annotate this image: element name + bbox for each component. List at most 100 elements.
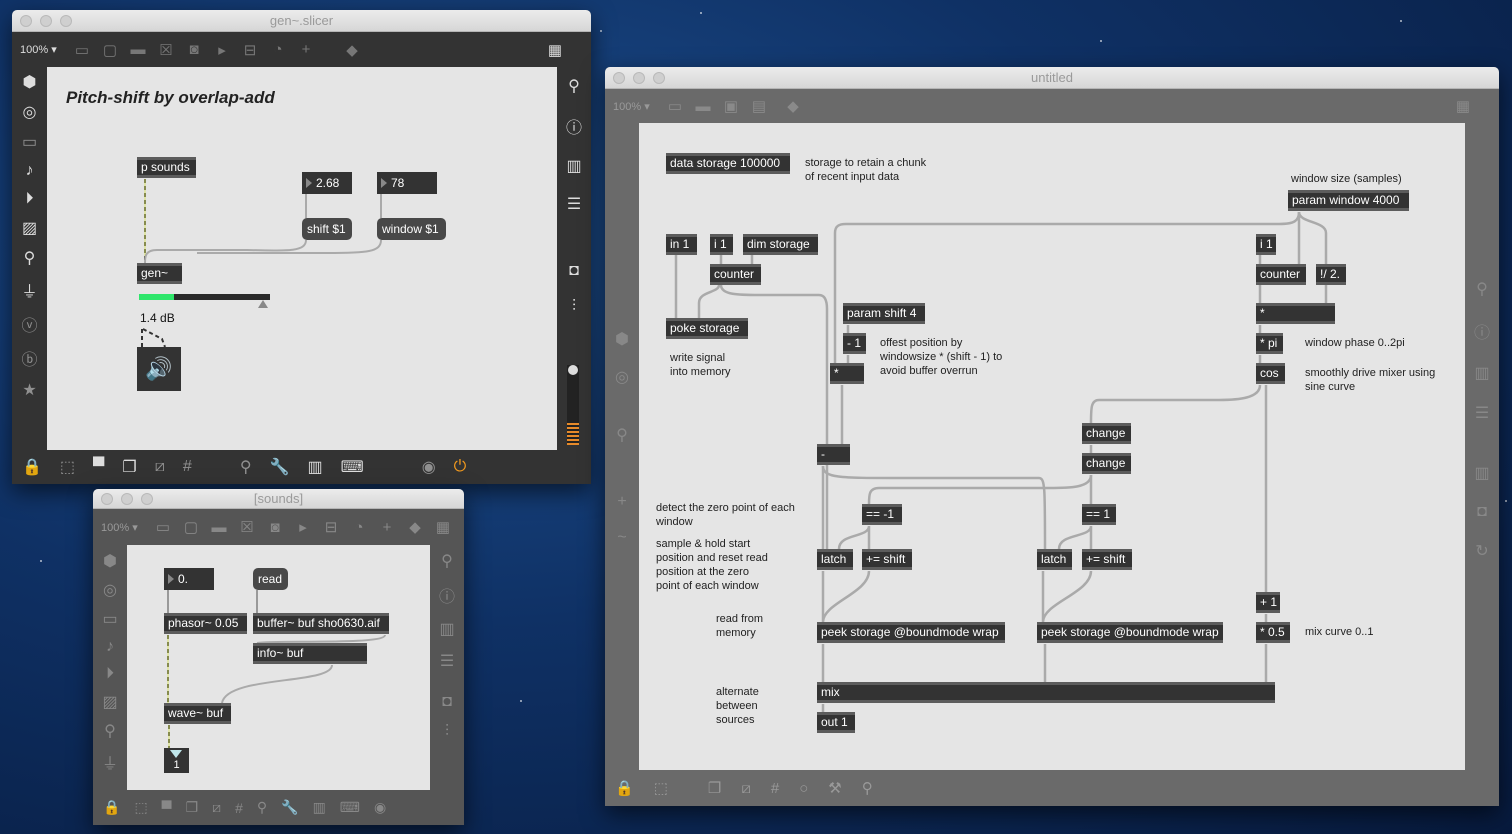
paperclip-icon[interactable]: ⚲ bbox=[104, 721, 116, 741]
book-icon[interactable]: ▥ bbox=[1474, 463, 1489, 483]
shift-message[interactable]: shift $1 bbox=[302, 218, 352, 240]
peek-storage-object[interactable]: peek storage @boundmode wrap bbox=[817, 622, 1005, 643]
paint-bucket-icon[interactable]: ◆ bbox=[401, 518, 429, 536]
play-icon[interactable]: ⏵ bbox=[25, 190, 33, 208]
target-icon[interactable]: ◎ bbox=[23, 102, 37, 122]
minimize-button[interactable] bbox=[121, 492, 133, 505]
reverse-divide-object[interactable]: !/ 2. bbox=[1316, 264, 1346, 285]
multiply-half-object[interactable]: * 0.5 bbox=[1256, 622, 1290, 643]
dac-speaker-button[interactable]: 🔊 bbox=[137, 347, 181, 391]
buffer-object[interactable]: buffer~ buf sho0630.aif bbox=[253, 613, 389, 634]
music-note-icon[interactable]: ♪ bbox=[26, 162, 34, 180]
circle-icon[interactable]: ○ bbox=[799, 780, 808, 797]
target-icon[interactable]: ◎ bbox=[103, 580, 117, 600]
play-icon[interactable]: ⏵ bbox=[106, 665, 114, 683]
comment-icon[interactable]: ▬ bbox=[689, 98, 717, 115]
minimize-button[interactable] bbox=[40, 14, 52, 27]
multiply-object[interactable]: * bbox=[830, 363, 864, 384]
equals-minus-one-object[interactable]: == -1 bbox=[862, 504, 902, 525]
mixer-icon[interactable]: ⫶ bbox=[572, 298, 576, 316]
slider-icon[interactable]: ⊟ bbox=[317, 518, 345, 536]
mixer-icon[interactable]: ⫶ bbox=[445, 723, 449, 741]
add-clip-icon[interactable]: ⚲ bbox=[257, 799, 267, 816]
close-button[interactable] bbox=[101, 492, 113, 505]
number-box[interactable]: 0. bbox=[164, 568, 214, 590]
info-icon[interactable]: ⓘ bbox=[1474, 319, 1490, 343]
search-icon[interactable]: ⚲ bbox=[568, 76, 580, 96]
latch-object[interactable]: latch bbox=[817, 549, 853, 570]
wrench-icon[interactable]: 🔧 bbox=[270, 457, 290, 477]
number-icon[interactable]: ▸ bbox=[208, 41, 236, 59]
reference-icon[interactable]: ▥ bbox=[439, 619, 454, 639]
object-box-icon[interactable]: ▭ bbox=[149, 518, 177, 536]
keyboard-icon[interactable]: ⌨ bbox=[340, 799, 360, 816]
presentation-icon[interactable]: ▀ bbox=[162, 800, 172, 816]
image-icon[interactable]: ▨ bbox=[22, 218, 37, 238]
message-box-icon[interactable]: ▢ bbox=[96, 41, 124, 59]
reference-icon[interactable]: ▥ bbox=[566, 156, 581, 176]
gain-slider-handle[interactable] bbox=[258, 300, 268, 308]
title-bar[interactable]: [sounds] bbox=[93, 489, 464, 509]
latch-object-2[interactable]: latch bbox=[1037, 549, 1072, 570]
in1-object[interactable]: in 1 bbox=[666, 234, 697, 255]
toggle-icon[interactable]: ☒ bbox=[233, 518, 261, 536]
peek-storage-object-2[interactable]: peek storage @boundmode wrap bbox=[1037, 622, 1223, 643]
select-icon[interactable]: ⬚ bbox=[134, 799, 147, 816]
info-object[interactable]: info~ buf bbox=[253, 643, 367, 664]
grid-snap-icon[interactable]: # bbox=[771, 780, 779, 797]
object-box-icon[interactable]: ▭ bbox=[661, 97, 689, 115]
paint-bucket-icon[interactable]: ◆ bbox=[779, 97, 807, 115]
paperclip-icon[interactable]: ⚲ bbox=[616, 425, 628, 445]
grid-icon[interactable]: ▦ bbox=[429, 518, 457, 536]
toggle-icon[interactable]: ☒ bbox=[152, 41, 180, 59]
lock-icon[interactable]: 🔒 bbox=[103, 799, 120, 816]
patcher-canvas[interactable]: Pitch-shift by overlap-add p sounds 2.68… bbox=[47, 67, 557, 450]
plus-icon[interactable]: + bbox=[373, 519, 401, 536]
select-icon[interactable]: ⬚ bbox=[654, 779, 668, 797]
zoom-select[interactable]: 100% ▾ bbox=[605, 100, 661, 113]
list-icon[interactable]: ☰ bbox=[1475, 403, 1489, 423]
param-window-object[interactable]: param window 4000 bbox=[1288, 190, 1409, 211]
comment-icon[interactable]: ▬ bbox=[124, 41, 152, 58]
dial-icon[interactable]: ◔ bbox=[264, 41, 292, 58]
paperclip-icon[interactable]: ⚲ bbox=[24, 248, 36, 268]
info-icon[interactable]: ⓘ bbox=[566, 114, 582, 138]
object-box-icon[interactable]: ▭ bbox=[68, 41, 96, 59]
zoom-select[interactable]: 100% ▾ bbox=[93, 521, 149, 534]
transport-icon[interactable]: ◉ bbox=[374, 799, 386, 816]
change-object[interactable]: change bbox=[1082, 423, 1131, 444]
paint-bucket-icon[interactable]: ◆ bbox=[338, 41, 366, 59]
plug-icon[interactable]: ⏚ bbox=[21, 278, 37, 302]
change-object-2[interactable]: change bbox=[1082, 453, 1131, 474]
reference-icon[interactable]: ▥ bbox=[1474, 363, 1489, 383]
media-icon[interactable]: ▭ bbox=[22, 132, 37, 152]
plus-equals-shift-object[interactable]: += shift bbox=[862, 549, 912, 570]
list-icon[interactable]: ☰ bbox=[567, 194, 581, 214]
search-icon[interactable]: ⚲ bbox=[441, 551, 453, 571]
outlet-1[interactable]: 1 bbox=[164, 748, 189, 773]
button-icon[interactable]: ◙ bbox=[261, 519, 289, 536]
close-button[interactable] bbox=[613, 71, 625, 84]
grid-snap-icon[interactable]: # bbox=[183, 458, 192, 476]
data-storage-object[interactable]: data storage 100000 bbox=[666, 153, 790, 174]
hammer-icon[interactable]: ⚒ bbox=[828, 779, 841, 797]
zoom-button[interactable] bbox=[141, 492, 153, 505]
windows-icon[interactable]: ❐ bbox=[708, 779, 721, 797]
codebox-icon[interactable]: ▤ bbox=[745, 97, 773, 115]
poke-storage-object[interactable]: poke storage bbox=[666, 318, 748, 339]
minus-one-object[interactable]: - 1 bbox=[843, 333, 866, 354]
shift-number-box[interactable]: 2.68 bbox=[302, 172, 352, 194]
out1-object[interactable]: out 1 bbox=[817, 712, 855, 733]
plus-equals-shift-object-2[interactable]: += shift bbox=[1082, 549, 1132, 570]
window-number-box[interactable]: 78 bbox=[377, 172, 437, 194]
wave-object[interactable]: wave~ buf bbox=[164, 703, 231, 724]
hide-cords-icon[interactable]: ⧄ bbox=[741, 780, 751, 797]
lock-icon[interactable]: 🔒 bbox=[22, 457, 42, 477]
plug-icon[interactable]: ⏚ bbox=[102, 750, 118, 774]
cube-icon[interactable]: ⬢ bbox=[103, 551, 117, 571]
add-clip-icon[interactable]: ⚲ bbox=[240, 457, 252, 477]
windows-icon[interactable]: ❐ bbox=[186, 799, 199, 816]
info-icon[interactable]: ⓘ bbox=[439, 583, 455, 607]
piano-icon[interactable]: ▥ bbox=[307, 457, 322, 477]
equals-one-object[interactable]: == 1 bbox=[1082, 504, 1116, 525]
